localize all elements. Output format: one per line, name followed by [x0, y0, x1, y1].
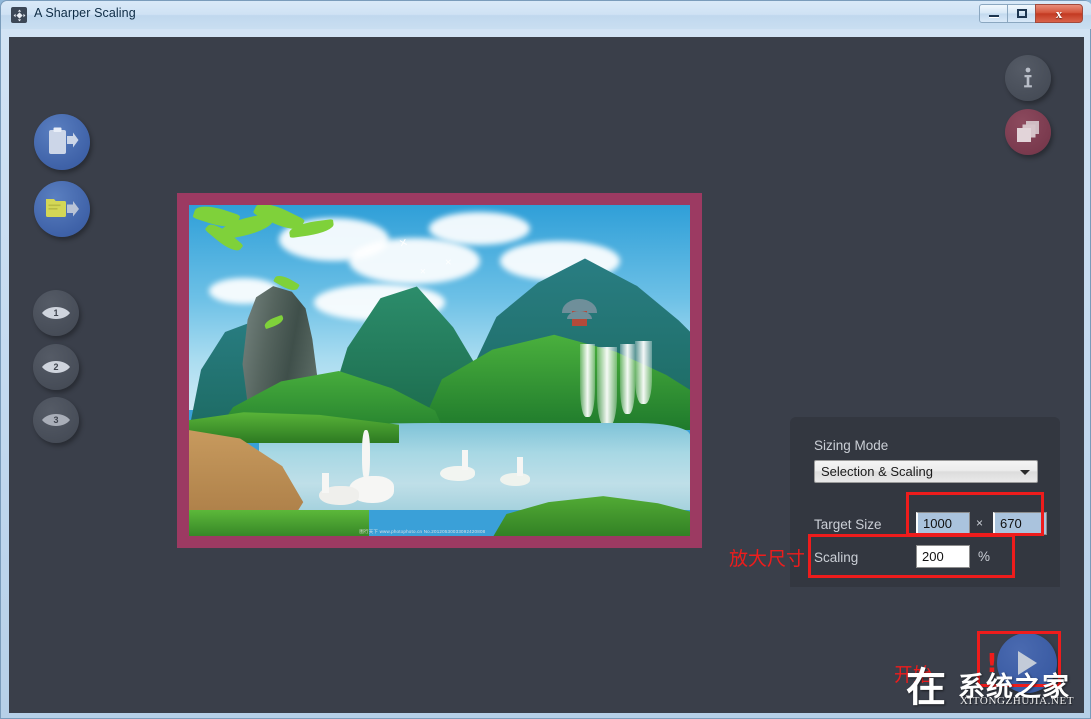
waterfall — [634, 340, 653, 404]
sizing-mode-select[interactable]: Selection & Scaling — [814, 460, 1038, 483]
preview-image[interactable]: ⨯ ⨯ ⨯ 图行天下 www.photophoto.cn No.20120530… — [189, 205, 690, 536]
crane-neck — [321, 473, 329, 493]
swan-neck — [517, 456, 523, 477]
preview-step-1-button[interactable]: 1 — [33, 290, 79, 336]
open-file-button[interactable] — [34, 181, 90, 237]
maximize-button[interactable] — [1007, 4, 1036, 23]
waterfall — [619, 344, 635, 414]
batch-copies-button[interactable] — [1005, 109, 1051, 155]
target-width-input[interactable]: 1000 — [916, 512, 970, 535]
selection-frame[interactable]: ⨯ ⨯ ⨯ 图行天下 www.photophoto.cn No.20120530… — [177, 193, 702, 548]
scaling-input[interactable]: 200 — [916, 545, 970, 568]
preview-step-3-button[interactable]: 3 — [33, 397, 79, 443]
folder-arrow-icon — [46, 199, 79, 217]
preview-step-2-button[interactable]: 2 — [33, 344, 79, 390]
scaling-label: Scaling — [814, 550, 859, 565]
paste-from-clipboard-button[interactable] — [34, 114, 90, 170]
stacked-layers-icon — [1017, 121, 1039, 142]
chevron-down-icon — [1020, 470, 1030, 475]
cloud — [349, 238, 480, 285]
info-icon — [1024, 67, 1032, 88]
crane-neck — [361, 430, 370, 480]
application-window: A Sharper Scaling x 1 2 3 ⨯ ⨯ ⨯ 图行天下 www… — [0, 0, 1091, 719]
scaling-unit-label: % — [978, 549, 991, 564]
main-canvas: 1 2 3 ⨯ ⨯ ⨯ 图行天下 www.photophoto.cn No.20… — [9, 37, 1084, 713]
title-bar: A Sharper Scaling x — [1, 1, 1091, 29]
target-height-input[interactable]: 670 — [993, 512, 1047, 535]
play-icon — [1018, 651, 1037, 675]
settings-panel: Sizing Mode Selection & Scaling Target S… — [790, 417, 1060, 587]
photo-stock-watermark: 图行天下 www.photophoto.cn No.20120530033092… — [359, 529, 486, 534]
swan-neck — [462, 449, 469, 470]
minimize-icon — [988, 15, 999, 17]
swan — [499, 473, 530, 487]
preview-step-1-label: 1 — [53, 307, 59, 318]
preview-step-2-label: 2 — [53, 361, 59, 372]
grass-foreground — [189, 509, 370, 536]
waterfall — [579, 344, 595, 417]
cloud — [429, 211, 530, 245]
minimize-button[interactable] — [979, 4, 1008, 23]
maximize-icon — [1016, 9, 1027, 18]
target-size-separator: × — [976, 516, 984, 530]
window-title: A Sharper Scaling — [34, 6, 136, 20]
close-icon: x — [1055, 6, 1063, 21]
bird: ⨯ — [444, 256, 453, 267]
start-button[interactable] — [997, 633, 1057, 693]
bird: ⨯ — [419, 266, 427, 276]
preview-step-3-label: 3 — [53, 414, 59, 425]
sizing-mode-value: Selection & Scaling — [821, 464, 934, 479]
move-arrows-icon — [11, 7, 27, 23]
target-size-label: Target Size — [814, 517, 882, 532]
waterfall — [597, 347, 618, 427]
clipboard-arrow-icon — [49, 127, 79, 154]
close-button[interactable]: x — [1035, 4, 1083, 23]
sizing-mode-label: Sizing Mode — [814, 438, 889, 453]
info-button[interactable] — [1005, 55, 1051, 101]
